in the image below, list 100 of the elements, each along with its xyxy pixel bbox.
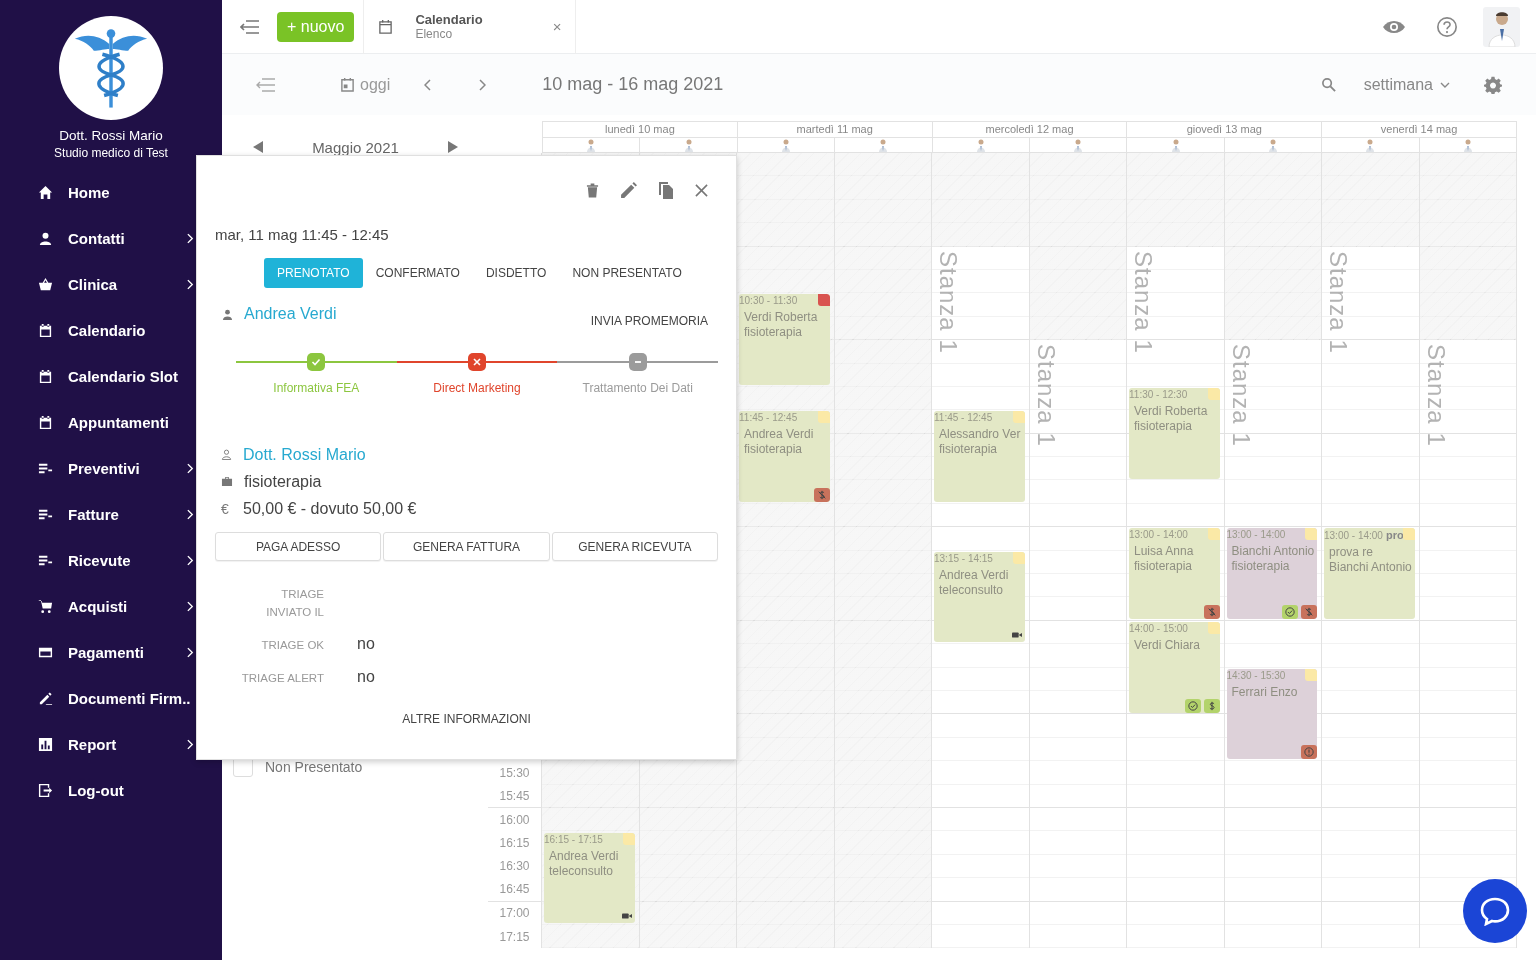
appointment-text: Alessandro Ver [938,427,1022,443]
appointment-time: 13:00 - 14:00 [1129,529,1188,541]
sidebar-item[interactable]: Calendario Slot [0,353,222,399]
edit-icon[interactable] [620,181,637,199]
month-title: Maggio 2021 [311,138,400,156]
view-dropdown[interactable]: settimana [1363,75,1450,94]
consent-label: Informativa FEA [273,381,360,395]
sidebar-item[interactable]: Appuntamenti [0,399,222,445]
appointment-date: mar, 11 mag 11:45 - 12:45 [215,226,390,243]
appointment-time: 11:30 - 12:30 [1129,389,1188,400]
chevron-right-icon [187,278,194,290]
filter-label: Non Presentato [265,759,363,775]
menu-icon[interactable] [240,18,260,35]
caret-icon [1440,81,1450,88]
appointment-time: 13:15 - 14:15 [934,552,993,564]
previous-month-icon[interactable] [253,141,263,153]
day-header: giovedì 13 mag [1127,122,1322,138]
consent-label: Trattamento Dei Dati [582,381,693,395]
time-label: 17:00 [499,906,530,921]
copy-icon[interactable] [658,181,674,199]
menu-item-icon [38,368,53,384]
sidebar-item[interactable]: Documenti Firm.. [0,675,222,721]
room-label: Stanza 1 [1324,250,1352,354]
appointment-text: teleconsulto [548,863,615,879]
day-header: mercoledì 12 mag [932,122,1127,138]
status-tab[interactable]: DISDETTO [472,258,560,288]
sidebar-item[interactable]: Pagamenti [0,629,222,675]
tab-close-button[interactable]: × [552,18,562,35]
chat-icon [1480,896,1510,926]
menu-item-icon [38,184,53,200]
calendar-tab[interactable]: Calendario Elenco × [363,0,577,54]
room-label: Stanza 1 [1031,344,1060,447]
help-icon[interactable] [1436,15,1458,38]
price-text: 50,00 € - dovuto 50,00 € [243,499,417,518]
day-header: martedì 11 mag [737,122,932,138]
doctor-name: Dott. Rossi Mario [59,128,163,143]
send-reminder-button[interactable]: INVIA PROMEMORIA [590,314,718,328]
room-label: Stanza 1 [1421,344,1450,447]
action-button[interactable]: PAGA ADESSO [215,532,382,561]
more-info-button[interactable]: ALTRE INFORMAZIONI [396,711,537,727]
status-tab[interactable]: NON PRESENTATO [559,258,695,288]
sidebar-item[interactable]: Report [0,721,222,767]
appointment-text: Verdi Chiara [1133,638,1202,653]
appointment-time: 11:45 - 12:45 [934,412,993,424]
appointment-text: fisioterapia [1230,559,1291,575]
chevron-right-icon [187,462,194,474]
appointment-text: fisioterapia [743,442,804,458]
appointment-text: Andrea Verdi [548,848,620,864]
day-header: venerdì 14 mag [1322,122,1516,138]
day-header: lunedì 10 mag [543,122,737,138]
room-label: Stanza 1 [934,250,962,354]
menu-item-icon [38,322,53,338]
room-label: Stanza 1 [1226,344,1255,447]
appointment-time: 10:30 - 11:30 [739,295,798,307]
menu-item-icon [38,782,53,798]
sidebar-item[interactable]: Preventivi [0,445,222,491]
triage-value: no [357,635,375,653]
euro-symbol: € [221,500,230,517]
close-icon[interactable] [695,183,708,197]
eye-icon[interactable] [1382,18,1406,35]
chevron-right-icon [187,738,194,750]
studio-name: Studio medico di Test [54,146,168,160]
chevron-right-icon [187,554,194,566]
calendar-icon [340,77,355,92]
status-tab[interactable]: CONFERMATO [362,258,473,288]
next-month-icon[interactable] [448,141,458,153]
service-name: fisioterapia [244,472,322,491]
sidebar-item[interactable]: Acquisti [0,583,222,629]
sidebar-item[interactable]: Log-out [0,767,222,813]
chevron-right-icon [187,646,194,658]
action-button[interactable]: GENERA FATTURA [383,532,550,561]
date-range: 10 mag - 16 mag 2021 [542,74,724,95]
appointment-text: Ferrari Enzo [1230,684,1299,700]
appointment-text: Verdi Roberta [743,310,819,326]
appointment-time: 13:00 - 14:00 [1324,530,1383,542]
previous-week-icon[interactable] [424,78,433,91]
menu-item-icon [38,690,53,706]
menu-item-icon [38,230,53,246]
sidebar-item[interactable]: Home [0,169,222,215]
menu-item-icon [38,736,53,752]
action-button[interactable]: GENERA RICEVUTA [551,532,718,561]
appointment-time: 11:45 - 12:45 [739,412,798,424]
appointment-text: prova re [1328,545,1375,561]
chevron-right-icon [187,600,194,612]
search-icon[interactable] [1320,77,1336,92]
next-week-icon[interactable] [478,78,487,91]
consent-label: Direct Marketing [433,381,521,395]
appointment-text: Andrea Verdi [938,567,1010,583]
appointment-time: 16:15 - 17:15 [544,833,603,845]
sidebar-item[interactable]: Clinica [0,261,222,307]
settings-icon[interactable] [1484,75,1502,94]
delete-icon[interactable] [586,182,599,198]
triage-label: TRIAGE OK [260,638,324,653]
menu-item-icon [38,276,53,292]
user-avatar[interactable] [1483,6,1520,47]
triage-value: no [357,668,375,686]
appointment-text: fisioterapia [743,325,804,341]
sidebar-item[interactable]: Calendario [0,307,222,353]
time-label: 16:45 [499,882,530,897]
briefcase-icon [221,476,233,487]
